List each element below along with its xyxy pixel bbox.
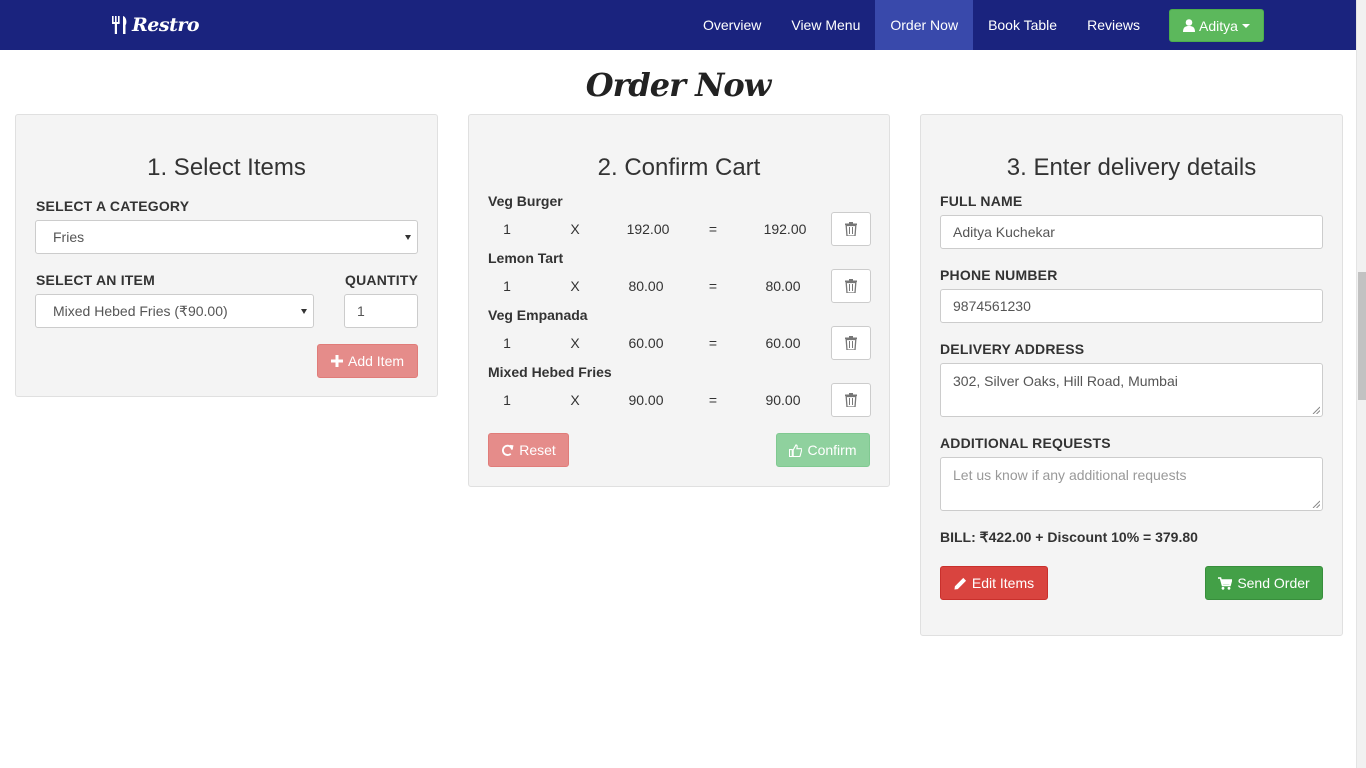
cart-item-total: 60.00: [765, 335, 801, 351]
brand-logo[interactable]: Restro: [110, 11, 200, 39]
trash-icon: [845, 279, 857, 293]
cart-item-name: Veg Burger: [488, 193, 563, 209]
order-page: Restro Overview View Menu Order Now Book…: [0, 0, 1366, 768]
cart-item-qty: 1: [503, 221, 511, 237]
select-caret-icon: [301, 309, 307, 314]
full-name-input[interactable]: Aditya Kuchekar: [940, 215, 1323, 249]
cart-item-price: 192.00: [626, 221, 670, 237]
confirm-button[interactable]: Confirm: [776, 433, 870, 467]
reset-label: Reset: [519, 442, 556, 458]
top-navbar: Restro Overview View Menu Order Now Book…: [0, 0, 1356, 50]
plus-icon: [330, 355, 343, 367]
remove-item-button[interactable]: [831, 326, 871, 360]
select-items-panel: 1. Select Items SELECT A CATEGORY Fries …: [15, 114, 438, 397]
category-select[interactable]: Fries: [35, 220, 418, 254]
brand-name: Restro: [132, 14, 200, 36]
remove-item-button[interactable]: [831, 269, 871, 303]
cart-item-price: 60.00: [628, 335, 664, 351]
category-label: SELECT A CATEGORY: [36, 198, 190, 214]
quantity-label: QUANTITY: [345, 272, 419, 288]
cart-times-sign: X: [570, 278, 580, 294]
cart-item-total: 80.00: [765, 278, 801, 294]
send-order-button[interactable]: Send Order: [1205, 566, 1323, 600]
remove-item-button[interactable]: [831, 383, 871, 417]
main-nav: Overview View Menu Order Now Book Table …: [688, 0, 1155, 50]
requests-placeholder: Let us know if any additional requests: [953, 467, 1187, 483]
confirm-label: Confirm: [807, 442, 857, 458]
pencil-icon: [954, 577, 966, 590]
nav-book-table[interactable]: Book Table: [973, 0, 1072, 50]
select-caret-icon: [405, 235, 411, 240]
refresh-icon: [502, 444, 514, 456]
cart-item-qty: 1: [503, 392, 511, 408]
cart-item-price: 90.00: [628, 392, 664, 408]
item-value: Mixed Hebed Fries (₹90.00): [53, 302, 228, 319]
resize-handle-icon[interactable]: [1312, 406, 1320, 414]
cart-equals-sign: =: [708, 392, 718, 408]
item-select[interactable]: Mixed Hebed Fries (₹90.00): [35, 294, 314, 328]
delivery-heading: 3. Enter delivery details: [1006, 154, 1257, 181]
confirm-cart-heading: 2. Confirm Cart: [597, 154, 761, 181]
phone-input[interactable]: 9874561230: [940, 289, 1323, 323]
requests-label: ADDITIONAL REQUESTS: [940, 435, 1111, 451]
nav-overview[interactable]: Overview: [688, 0, 776, 50]
user-menu-button[interactable]: Aditya: [1169, 9, 1264, 42]
cart-item-name: Mixed Hebed Fries: [488, 364, 612, 380]
bill-summary: BILL: ₹422.00 + Discount 10% = 379.80: [940, 529, 1198, 545]
cart-item-qty: 1: [503, 278, 511, 294]
add-item-button[interactable]: Add Item: [317, 344, 418, 378]
address-value: 302, Silver Oaks, Hill Road, Mumbai: [953, 373, 1178, 389]
cart-item-total: 90.00: [765, 392, 801, 408]
address-textarea[interactable]: 302, Silver Oaks, Hill Road, Mumbai: [940, 363, 1323, 417]
select-items-heading: 1. Select Items: [147, 154, 306, 181]
nav-view-menu[interactable]: View Menu: [776, 0, 875, 50]
phone-value: 9874561230: [953, 298, 1031, 314]
chevron-down-icon: [1241, 23, 1250, 28]
edit-items-button[interactable]: Edit Items: [940, 566, 1048, 600]
edit-items-label: Edit Items: [971, 575, 1035, 591]
nav-order-now[interactable]: Order Now: [875, 0, 974, 50]
nav-reviews[interactable]: Reviews: [1072, 0, 1155, 50]
cart-item-price: 80.00: [628, 278, 664, 294]
utensils-icon: [112, 16, 127, 34]
resize-handle-icon[interactable]: [1312, 500, 1320, 508]
cart-equals-sign: =: [708, 221, 718, 237]
confirm-cart-panel: 2. Confirm Cart Veg Burger 1 X 192.00 = …: [468, 114, 890, 487]
scrollbar-thumb[interactable]: [1358, 272, 1366, 400]
send-order-label: Send Order: [1237, 575, 1310, 591]
requests-textarea[interactable]: Let us know if any additional requests: [940, 457, 1323, 511]
cart-equals-sign: =: [708, 335, 718, 351]
cart-item-name: Lemon Tart: [488, 250, 564, 266]
address-label: DELIVERY ADDRESS: [940, 341, 1085, 357]
full-name-label: FULL NAME: [940, 193, 1023, 209]
phone-label: PHONE NUMBER: [940, 267, 1058, 283]
page-title: Order Now: [585, 66, 772, 104]
cart-times-sign: X: [570, 335, 580, 351]
cart-icon: [1218, 576, 1233, 590]
quantity-value: 1: [357, 303, 365, 319]
reset-button[interactable]: Reset: [488, 433, 569, 467]
cart-item-name: Veg Empanada: [488, 307, 588, 323]
add-item-label: Add Item: [347, 353, 405, 369]
cart-times-sign: X: [570, 221, 580, 237]
trash-icon: [845, 336, 857, 350]
item-label: SELECT AN ITEM: [36, 272, 155, 288]
trash-icon: [845, 222, 857, 236]
cart-item-qty: 1: [503, 335, 511, 351]
remove-item-button[interactable]: [831, 212, 871, 246]
user-icon: [1183, 19, 1196, 32]
cart-times-sign: X: [570, 392, 580, 408]
thumbs-up-icon: [789, 443, 803, 457]
cart-item-total: 192.00: [763, 221, 807, 237]
category-value: Fries: [53, 229, 85, 245]
user-name: Aditya: [1199, 17, 1238, 34]
delivery-details-panel: 3. Enter delivery details FULL NAME Adit…: [920, 114, 1343, 636]
full-name-value: Aditya Kuchekar: [953, 224, 1055, 240]
trash-icon: [845, 393, 857, 407]
cart-equals-sign: =: [708, 278, 718, 294]
quantity-input[interactable]: 1: [344, 294, 418, 328]
